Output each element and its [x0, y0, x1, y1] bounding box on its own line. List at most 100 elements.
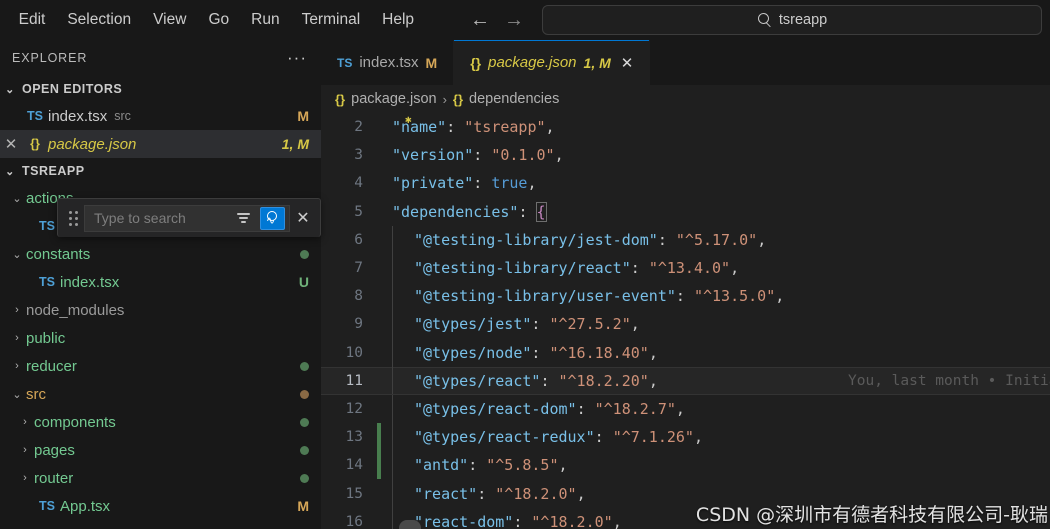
tree-folder-item[interactable]: › router — [0, 464, 321, 492]
chevron-right-icon[interactable]: › — [8, 304, 26, 316]
chevron-right-icon[interactable]: › — [8, 360, 26, 372]
code-token: , — [675, 399, 685, 418]
section-open-editors[interactable]: ⌄ OPEN EDITORS — [0, 76, 321, 102]
code-text: "@types/react-dom": "^18.2.7", — [414, 400, 685, 418]
tree-file-item[interactable]: TS index.tsx U — [0, 268, 321, 296]
editor-tab[interactable]: TS index.tsx M — [321, 40, 455, 85]
quick-search-input[interactable]: tsreapp — [542, 5, 1043, 35]
explorer-sidebar: EXPLORER ··· ⌄ OPEN EDITORS TS index.tsx s… — [0, 40, 321, 529]
line-number: 11 — [345, 372, 363, 389]
menu-item-go[interactable]: Go — [197, 6, 240, 34]
line-number: 10 — [345, 344, 363, 361]
chevron-down-icon[interactable]: ⌄ — [8, 248, 26, 261]
menu-item-help[interactable]: Help — [371, 6, 425, 34]
menu-item-view[interactable]: View — [142, 6, 197, 34]
line-number: 2 — [354, 119, 363, 136]
chevron-down-icon[interactable]: ⌄ — [8, 192, 26, 205]
code-line: 11 "@types/react": "^18.2.20", You, last m… — [321, 366, 1050, 396]
filter-icon[interactable] — [232, 208, 254, 229]
menu-item-run[interactable]: Run — [240, 6, 290, 34]
menu-item-terminal[interactable]: Terminal — [291, 6, 372, 34]
code-text: "@types/jest": "^27.5.2", — [414, 315, 640, 333]
code-token: "react" — [414, 484, 478, 503]
tree-folder-item[interactable]: › node_modules — [0, 296, 321, 324]
forward-arrow-icon[interactable]: → — [504, 10, 524, 30]
tab-label: package.json — [488, 54, 577, 71]
editor-tab[interactable]: {} package.json 1, M ✕ — [454, 40, 651, 85]
code-token: "^18.2.7" — [594, 399, 676, 418]
chevron-right-icon[interactable]: › — [16, 472, 34, 484]
close-icon[interactable]: ✕ — [0, 135, 22, 153]
typescript-icon: TS — [27, 109, 43, 123]
more-actions-icon[interactable]: ··· — [287, 49, 307, 66]
chevron-right-icon[interactable]: › — [8, 332, 26, 344]
indent-guide — [381, 310, 392, 338]
open-editor-item[interactable]: TS index.tsx src M — [0, 102, 321, 130]
indent-guide — [381, 395, 392, 423]
code-token: , — [545, 118, 555, 137]
git-status-badge: M — [297, 108, 309, 124]
code-token: , — [757, 230, 767, 249]
code-token: : — [518, 202, 537, 221]
indent-guide — [381, 339, 392, 367]
code-text: "@testing-library/react": "^13.4.0", — [414, 259, 739, 277]
indent-guide — [381, 423, 392, 451]
tree-folder-item[interactable]: › pages — [0, 436, 321, 464]
code-token: : — [446, 118, 465, 137]
code-token: "^13.4.0" — [648, 259, 731, 278]
code-line: 8 "@testing-library/user-event": "^13.5.0… — [321, 282, 1050, 311]
find-input[interactable]: Type to search — [84, 204, 290, 232]
code-line: 7 "@testing-library/react": "^13.4.0", — [321, 253, 1050, 283]
breadcrumb-symbol[interactable]: dependencies — [469, 91, 559, 107]
fuzzy-match-icon[interactable] — [260, 206, 285, 230]
tree-folder-item[interactable]: ⌄ src — [0, 380, 321, 408]
tree-item-label: pages — [34, 441, 75, 459]
chevron-right-icon[interactable]: › — [16, 416, 34, 428]
tree-folder-item[interactable]: › reducer — [0, 352, 321, 380]
code-text: "private": true, — [392, 174, 537, 192]
menu-item-edit[interactable]: Edit — [8, 6, 57, 34]
code-token: , — [775, 287, 785, 306]
git-status-badge: U — [298, 274, 309, 290]
close-icon[interactable]: ✕ — [290, 208, 316, 228]
indent-guide — [392, 394, 403, 424]
open-editor-item[interactable]: ✕ {} package.json 1, M — [0, 130, 321, 158]
section-project-root[interactable]: ⌄ TSREAPP — [0, 158, 321, 184]
chevron-down-icon[interactable]: ⌄ — [8, 388, 26, 401]
code-token: "version" — [392, 146, 474, 165]
file-name: index.tsx — [48, 107, 108, 125]
code-token: "^7.1.26" — [612, 428, 694, 447]
menu-item-selection[interactable]: Selection — [56, 6, 142, 34]
line-number: 16 — [345, 513, 363, 529]
breadcrumb-file[interactable]: package.json — [351, 91, 436, 107]
tree-folder-item[interactable]: › public — [0, 324, 321, 352]
indent-guide — [381, 169, 392, 197]
find-placeholder: Type to search — [94, 210, 186, 226]
code-token: "private" — [392, 174, 474, 193]
tree-folder-item[interactable]: › components — [0, 408, 321, 436]
code-text: "name": "tsreapp", — [392, 118, 555, 136]
tree-item-label: public — [26, 329, 66, 347]
editor-tab-bar: TS index.tsx M {} package.json 1, M ✕ — [321, 40, 1050, 85]
horizontal-scrollbar[interactable] — [399, 520, 421, 529]
tree-item-label: router — [34, 469, 74, 487]
chevron-right-icon[interactable]: › — [16, 444, 34, 456]
code-token: { — [535, 201, 547, 222]
chevron-down-icon: ⌄ — [5, 83, 15, 96]
tree-folder-item[interactable]: ⌄ constants — [0, 240, 321, 268]
tree-item-label: constants — [26, 245, 91, 263]
back-arrow-icon[interactable]: ← — [470, 10, 490, 30]
tree-file-item[interactable]: TS App.tsx M — [0, 492, 321, 520]
vscode-window: eEditSelectionViewGoRunTerminalHelp ← → … — [0, 0, 1050, 529]
code-line: 5 "dependencies": { — [321, 198, 1050, 226]
code-token: : — [477, 484, 496, 503]
tab-dirty-indicator: 1, M — [583, 54, 611, 71]
close-icon[interactable]: ✕ — [621, 54, 634, 72]
drag-handle-icon[interactable] — [62, 210, 84, 226]
code-token: , — [648, 343, 658, 362]
tree-find-widget[interactable]: Type to search ✕ — [57, 198, 321, 237]
typescript-icon: TS — [39, 275, 55, 289]
menu-item-e[interactable]: e — [0, 6, 8, 34]
code-token: "@testing-library/jest-dom" — [414, 230, 658, 249]
code-editor[interactable]: ✱ 2 "name": "tsreapp", 3 "version": "0.1.0"… — [321, 113, 1050, 529]
